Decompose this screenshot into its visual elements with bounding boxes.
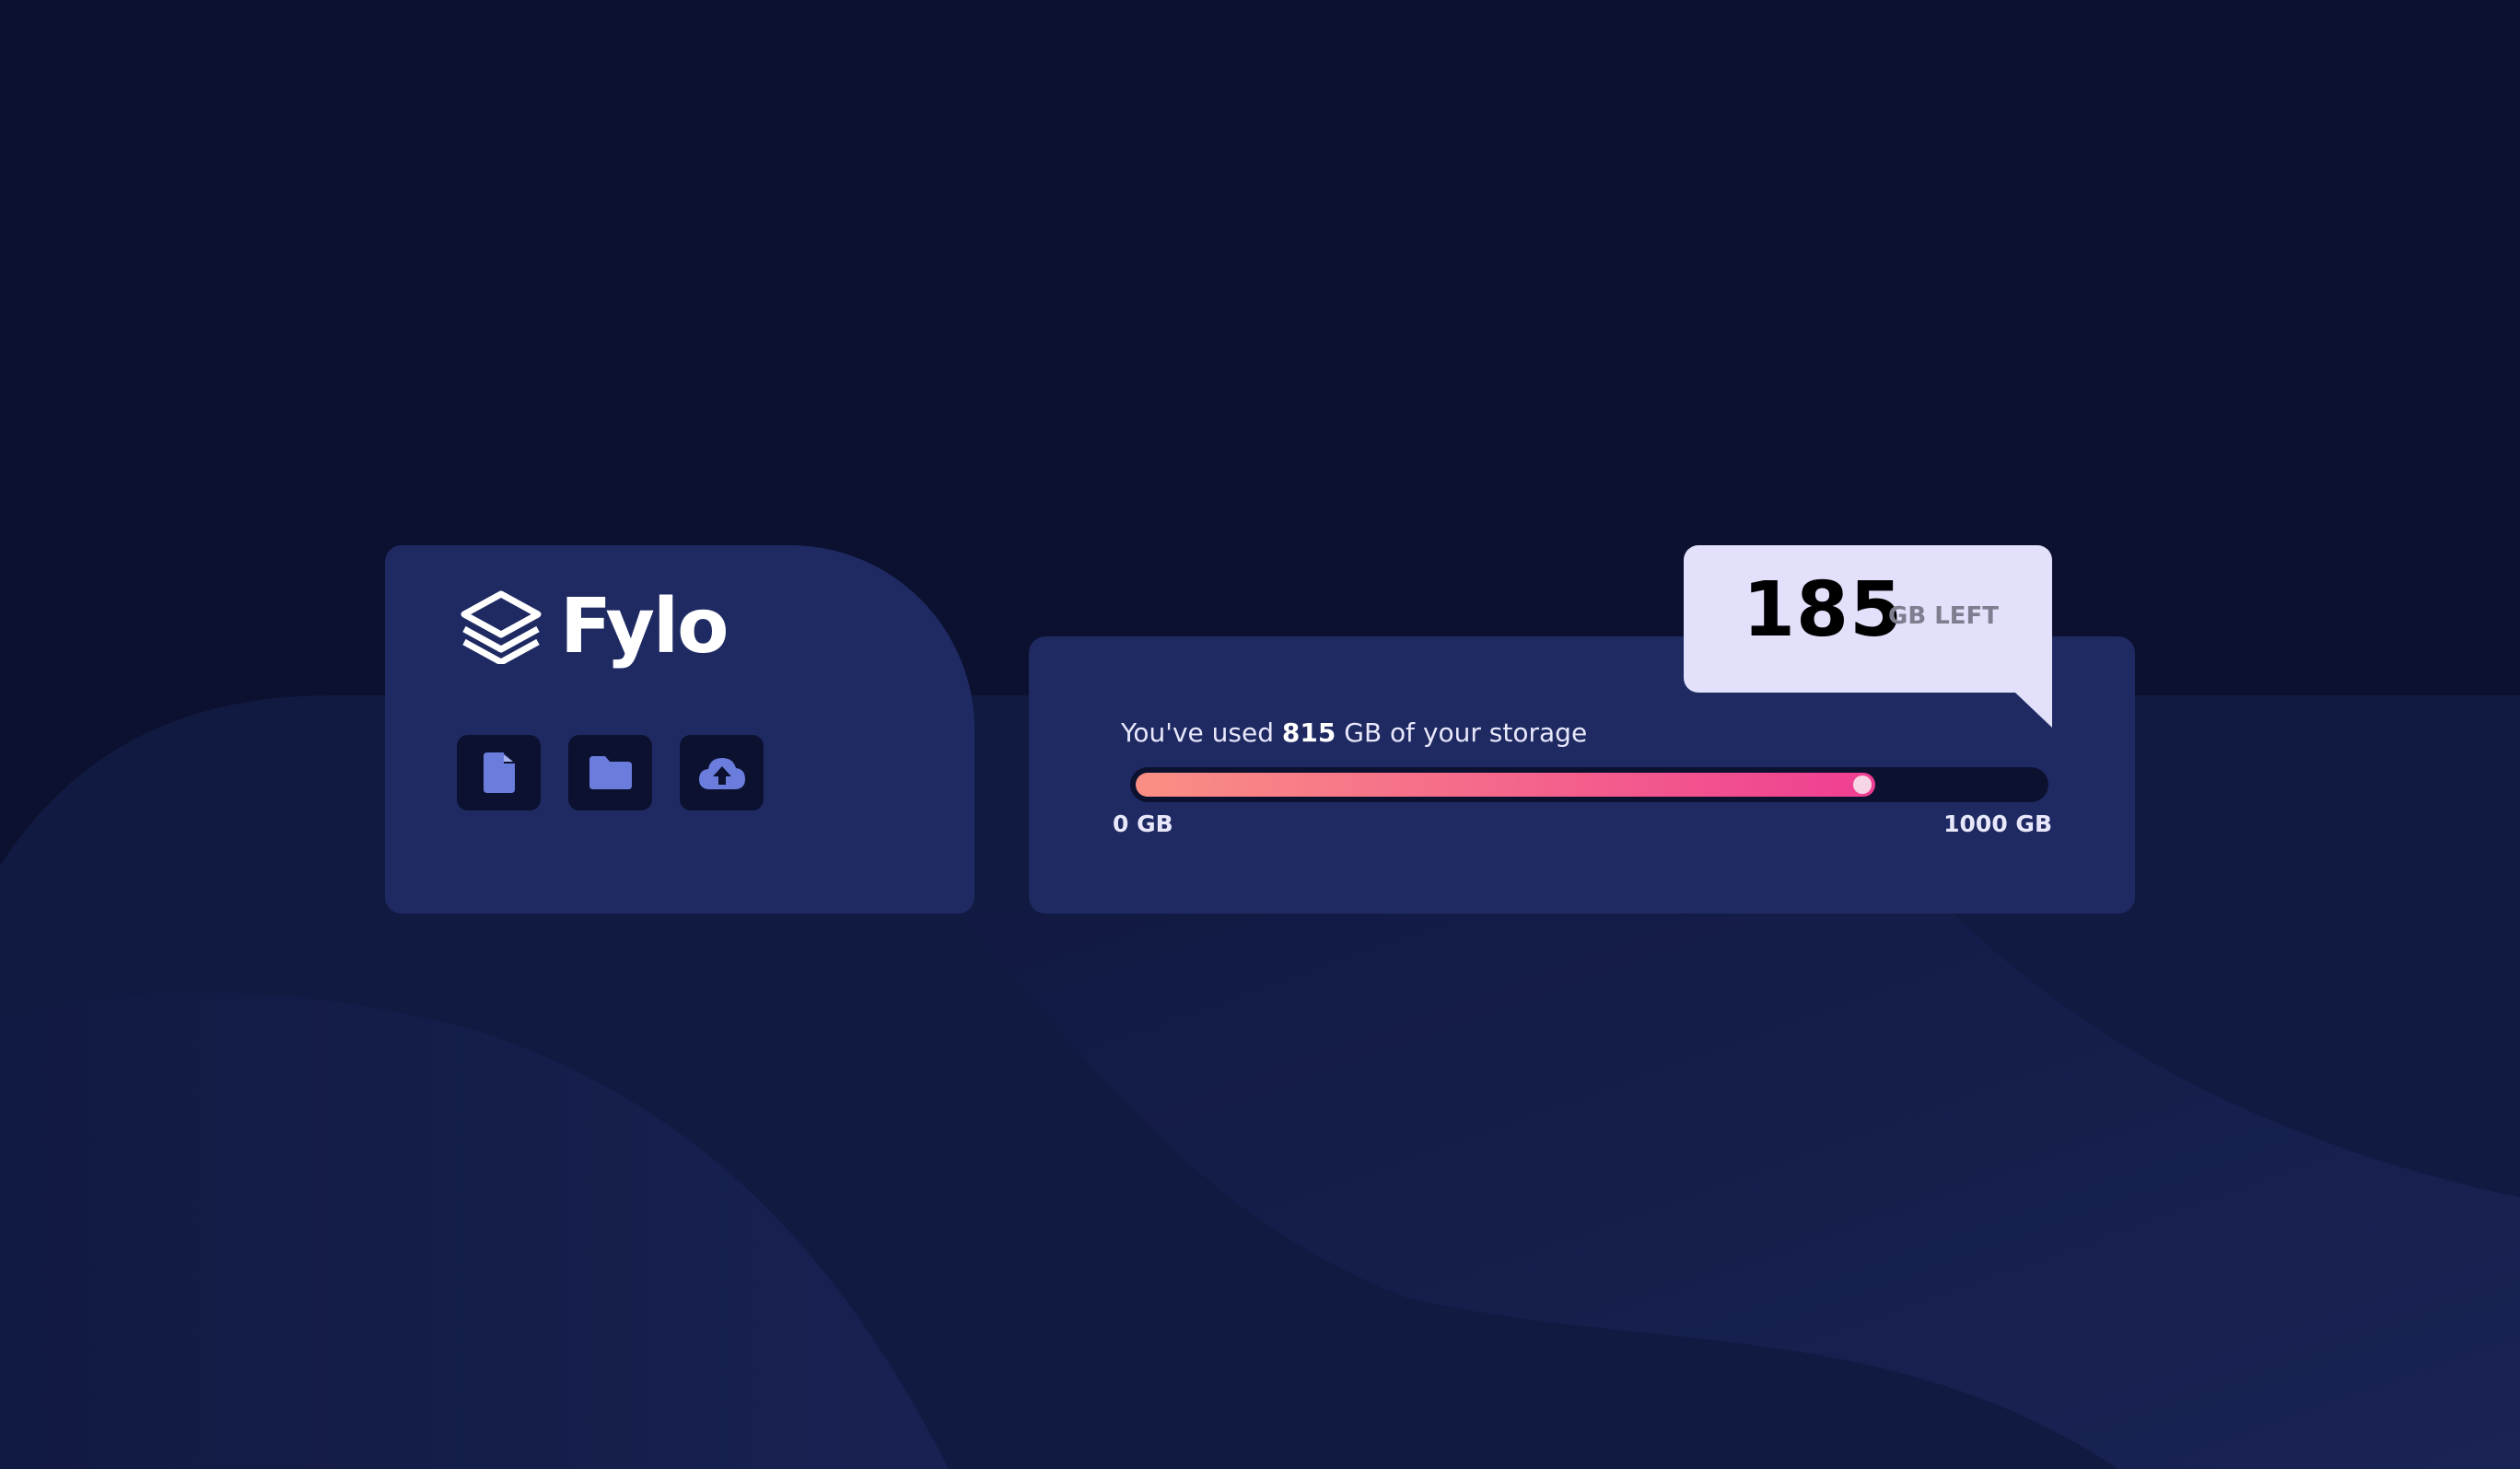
layers-icon	[461, 590, 542, 664]
storage-meter	[1130, 767, 2048, 802]
folder-button[interactable]	[568, 735, 652, 810]
upload-button[interactable]	[680, 735, 764, 810]
storage-meter-fill	[1136, 773, 1875, 797]
remaining-unit: GB LEFT	[1888, 602, 2000, 630]
tool-row	[457, 735, 764, 810]
folder-icon	[589, 756, 632, 789]
scale-max-label: 1000 GB	[1943, 810, 2052, 837]
used-amount: 815	[1281, 717, 1336, 748]
file-button[interactable]	[457, 735, 541, 810]
remaining-callout: 185 GB LEFT	[1684, 545, 2052, 693]
cloud-upload-icon	[698, 758, 745, 789]
storage-meter-knob	[1853, 775, 1872, 794]
logo-card: Fylo	[385, 545, 974, 914]
usage-text: You've used 815 GB of your storage	[1121, 717, 1587, 748]
remaining-value: 185	[1743, 566, 1904, 654]
usage-prefix: You've used	[1121, 717, 1282, 748]
scale-min-label: 0 GB	[1113, 810, 1173, 837]
brand-name: Fylo	[560, 583, 729, 670]
file-icon	[483, 752, 515, 793]
brand: Fylo	[457, 583, 729, 670]
usage-suffix: GB of your storage	[1336, 717, 1588, 748]
